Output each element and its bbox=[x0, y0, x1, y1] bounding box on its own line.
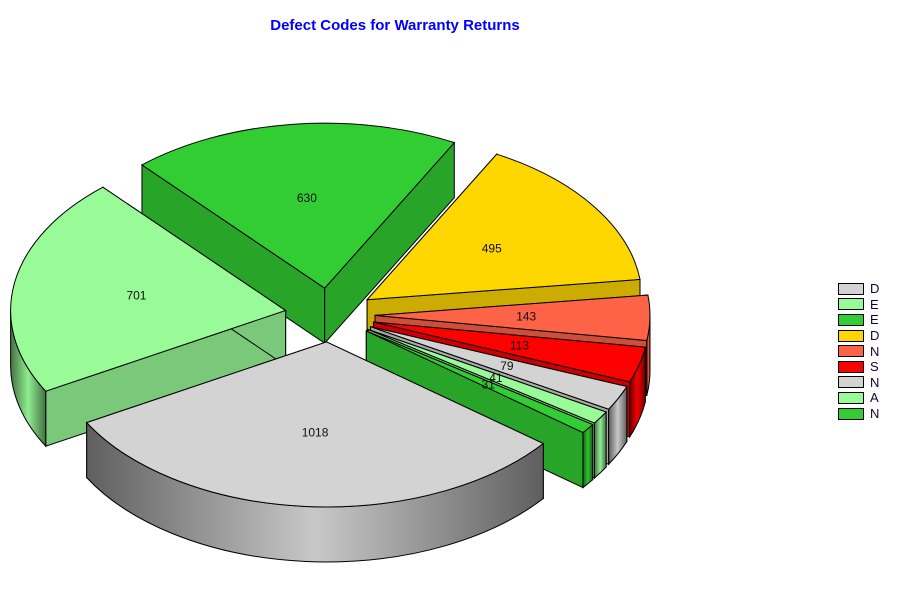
legend-label: N bbox=[870, 406, 880, 422]
legend-label: N bbox=[870, 343, 880, 359]
data-label: 701 bbox=[126, 288, 146, 302]
legend-swatch bbox=[838, 345, 864, 358]
legend-swatch bbox=[838, 282, 864, 295]
pie-chart: 1018701630495143113794131 bbox=[10, 122, 651, 563]
data-label: 113 bbox=[510, 339, 529, 353]
legend-label: D bbox=[870, 328, 880, 344]
legend-label: D bbox=[870, 281, 880, 297]
legend-label: E bbox=[870, 296, 879, 312]
legend-item: N bbox=[838, 343, 879, 359]
legend-swatch bbox=[838, 407, 864, 420]
data-label: 630 bbox=[297, 191, 317, 205]
legend-swatch bbox=[838, 391, 864, 404]
legend-label: A bbox=[870, 390, 879, 406]
legend-label: N bbox=[870, 374, 880, 390]
legend-item: E bbox=[838, 312, 879, 328]
legend-item: D bbox=[838, 328, 879, 344]
slice-side bbox=[582, 423, 594, 489]
legend-swatch bbox=[838, 360, 864, 373]
data-label: 1018 bbox=[302, 425, 329, 439]
legend-swatch bbox=[838, 313, 864, 326]
legend-swatch bbox=[838, 298, 864, 311]
data-label: 495 bbox=[482, 241, 502, 255]
legend-swatch bbox=[838, 329, 864, 342]
legend-item: N bbox=[838, 406, 879, 422]
legend-item: N bbox=[838, 375, 879, 391]
data-label: 31 bbox=[482, 378, 496, 392]
legend-item: E bbox=[838, 297, 879, 313]
legend-label: E bbox=[870, 312, 879, 328]
legend: DEEDNSNAN bbox=[838, 281, 879, 421]
legend-item: D bbox=[838, 281, 879, 297]
data-label: 143 bbox=[516, 310, 536, 324]
legend-label: S bbox=[870, 359, 879, 375]
legend-item: S bbox=[838, 359, 879, 375]
legend-swatch bbox=[838, 376, 864, 389]
legend-item: A bbox=[838, 390, 879, 406]
